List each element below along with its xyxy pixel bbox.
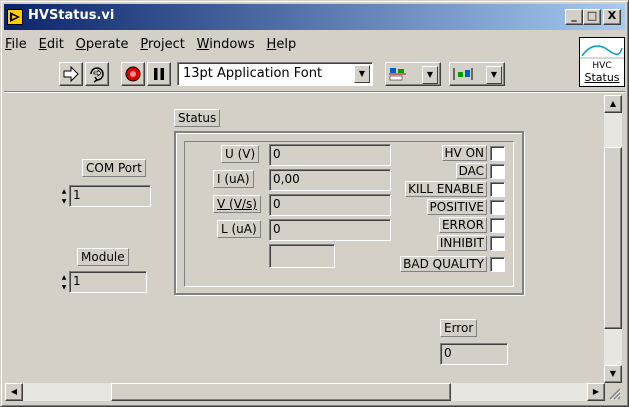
menu-label: dit [46, 37, 64, 52]
i-indicator: 0,00 [269, 169, 391, 191]
status-extra-indicator [269, 244, 335, 268]
resize-grip-icon[interactable] [606, 385, 622, 401]
close-button[interactable]: X [603, 9, 621, 25]
positive-label: POSITIVE [426, 199, 487, 215]
align-objects-icon [389, 68, 406, 81]
chevron-down-icon[interactable]: ▼ [354, 65, 370, 83]
bad-quality-label: BAD QUALITY [400, 256, 487, 272]
vertical-scroll-thumb[interactable] [604, 147, 622, 329]
chevron-down-icon: ▼ [486, 66, 502, 84]
minimize-button[interactable]: _ [565, 9, 583, 25]
module-label: Module [77, 248, 129, 266]
u-indicator: 0 [269, 144, 391, 166]
menu-windows[interactable]: Windows [197, 37, 255, 52]
scroll-down-button[interactable]: ▼ [604, 365, 622, 383]
menu-mnemonic: O [75, 37, 86, 52]
v-indicator: 0 [269, 194, 391, 216]
u-label: U (V) [221, 145, 260, 163]
menu-edit[interactable]: Edit [39, 37, 64, 52]
menu-bar: File Edit Operate Project Windows Help [5, 37, 304, 57]
com-port-spinner[interactable]: ▲ ▼ [60, 187, 68, 209]
stop-sign-icon [125, 66, 141, 82]
menu-mnemonic: H [266, 37, 277, 52]
vi-icon-label: Status [584, 71, 620, 84]
dac-label: DAC [455, 163, 487, 179]
menu-label: ile [11, 37, 27, 52]
error-indicator: 0 [440, 343, 508, 365]
inhibit-label: INHIBIT [436, 235, 487, 251]
menu-mnemonic: E [38, 37, 47, 52]
module-spinner[interactable]: ▲ ▼ [60, 273, 68, 295]
vertical-scrollbar[interactable]: ▲ ▼ [604, 95, 622, 383]
v-label: V (V/s) [213, 195, 261, 213]
distribute-objects-menu[interactable]: ▼ [449, 62, 505, 86]
menu-operate[interactable]: Operate [76, 37, 129, 52]
module-input[interactable]: 1 [69, 271, 147, 293]
scroll-up-button[interactable]: ▲ [604, 95, 622, 113]
menu-label: roject [147, 37, 185, 52]
toolbar-separator [4, 91, 625, 93]
menu-label: indows [209, 37, 255, 52]
kill-enable-led [490, 182, 505, 197]
vi-connector-icon[interactable]: HVC Status [579, 37, 625, 87]
dac-led [490, 164, 505, 179]
distribute-objects-icon [453, 68, 473, 80]
scroll-left-button[interactable]: ◀ [5, 383, 23, 401]
run-arrow-icon [63, 65, 79, 83]
font-select[interactable]: 13pt Application Font ▼ [177, 62, 373, 86]
menu-mnemonic: P [140, 37, 148, 52]
vi-icon-caption: HVC [592, 61, 612, 71]
status-cluster-inner: U (V) 0 I (uA) 0,00 V (V/s) 0 L (uA) 0 H… [184, 141, 514, 287]
menu-label: elp [276, 37, 297, 52]
com-port-label: COM Port [82, 159, 146, 177]
hv-on-led [490, 146, 505, 161]
menu-file[interactable]: File [5, 37, 27, 52]
front-panel: COM Port ▲ ▼ 1 Module ▲ ▼ 1 Status U (V) 0… [7, 95, 602, 381]
menu-help[interactable]: Help [267, 37, 297, 52]
hv-on-label: HV ON [441, 145, 487, 161]
com-port-input[interactable]: 1 [69, 185, 151, 207]
abort-button[interactable] [121, 62, 145, 86]
menu-project[interactable]: Project [140, 37, 185, 52]
window-title: HVStatus.vi [28, 8, 115, 23]
i-label: I (uA) [213, 170, 254, 188]
pause-button[interactable] [147, 62, 171, 86]
l-label: L (uA) [217, 220, 261, 238]
l-indicator: 0 [269, 219, 391, 241]
pause-icon [154, 68, 164, 80]
maximize-button[interactable]: □ [583, 9, 601, 25]
scroll-right-button[interactable]: ▶ [587, 383, 605, 401]
run-continuously-icon [90, 67, 104, 83]
horizontal-scrollbar[interactable]: ◀ ▶ [5, 383, 605, 401]
bad-quality-led [490, 257, 505, 272]
error-led-label: ERROR [438, 217, 487, 233]
run-continuously-button[interactable] [85, 62, 109, 86]
font-select-value: 13pt Application Font [183, 66, 323, 81]
chevron-down-icon: ▼ [422, 66, 438, 84]
menu-label: perate [85, 37, 129, 52]
labview-vi-icon[interactable] [7, 9, 23, 25]
kill-enable-label: KILL ENABLE [405, 181, 487, 197]
positive-led [490, 200, 505, 215]
title-bar[interactable]: HVStatus.vi _ □ X [4, 4, 625, 30]
wave-graph-icon [580, 38, 624, 62]
inhibit-led [490, 236, 505, 251]
error-label: Error [440, 319, 478, 337]
status-cluster-label: Status [174, 109, 221, 127]
toolbar: 13pt Application Font ▼ ▼ ▼ [1, 61, 561, 89]
horizontal-scroll-thumb[interactable] [111, 383, 451, 401]
align-objects-menu[interactable]: ▼ [385, 62, 441, 86]
main-window: HVStatus.vi _ □ X File Edit Operate Proj… [0, 0, 629, 407]
menu-mnemonic: W [196, 37, 210, 52]
error-led [490, 218, 505, 233]
status-cluster: U (V) 0 I (uA) 0,00 V (V/s) 0 L (uA) 0 H… [174, 131, 524, 295]
run-button[interactable] [59, 62, 83, 86]
